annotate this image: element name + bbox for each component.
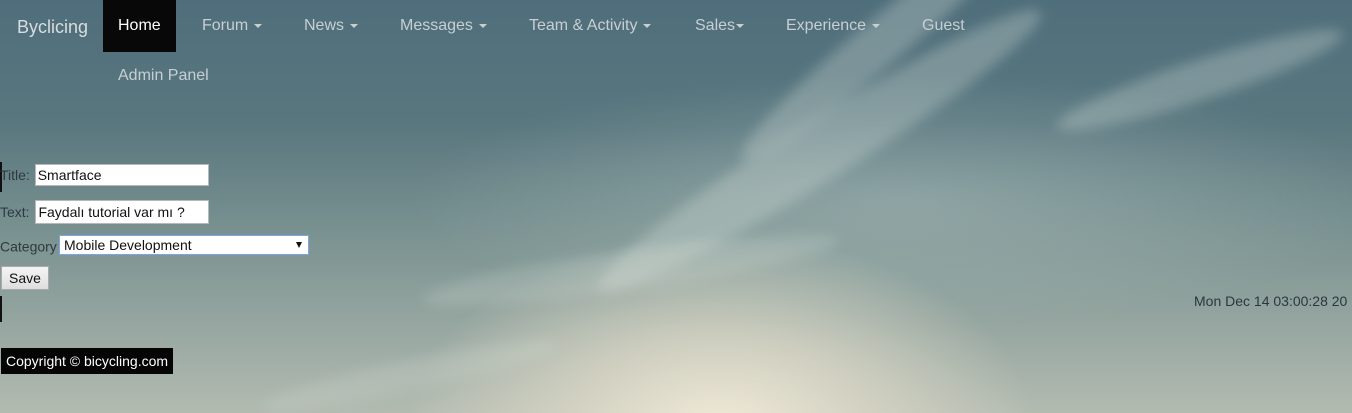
nav-item-label: Experience [786, 17, 867, 34]
nav-item-guest[interactable]: Guest [922, 0, 965, 52]
save-button[interactable]: Save [1, 266, 49, 290]
nav-item-sales[interactable]: Sales [695, 0, 745, 52]
category-label: Category [0, 238, 57, 255]
nav-item-label: Forum [202, 17, 249, 34]
text-row: Text: [0, 200, 210, 224]
nav-item-forum[interactable]: Forum [202, 0, 263, 52]
text-input[interactable] [35, 200, 210, 224]
caret-down-icon [254, 23, 263, 28]
top-navbar: Byclicing Home Forum News Messages Team … [0, 0, 1352, 100]
text-label: Text: [0, 204, 30, 220]
nav-item-experience[interactable]: Experience [786, 0, 881, 52]
cloud-streak [260, 329, 560, 413]
nav-item-messages[interactable]: Messages [400, 0, 487, 52]
nav-item-label: News [304, 17, 345, 34]
nav-item-label: Team & Activity [529, 17, 638, 34]
nav-item-label: Sales [695, 17, 736, 34]
left-edge-marker [0, 296, 2, 322]
cloud-streak [419, 220, 841, 320]
nav-item-admin-panel[interactable]: Admin Panel [118, 67, 209, 85]
brand-logo-text[interactable]: Byclicing [17, 17, 88, 38]
nav-item-label: Messages [400, 17, 473, 34]
dropdown-arrow-icon [296, 242, 302, 248]
title-row: Title: [0, 164, 209, 186]
title-input[interactable] [34, 164, 209, 186]
caret-down-icon [643, 23, 652, 28]
nav-item-label: Home [118, 17, 161, 34]
category-row: Category [0, 237, 57, 254]
nav-item-label: Guest [922, 17, 965, 34]
nav-item-team-activity[interactable]: Team & Activity [529, 0, 652, 52]
category-selected-value: Mobile Development [64, 237, 192, 253]
copyright-badge: Copyright © bicycling.com [1, 348, 174, 374]
nav-item-news[interactable]: News [304, 0, 359, 52]
timestamp-text: Mon Dec 14 03:00:28 20 [1194, 293, 1348, 309]
nav-item-home[interactable]: Home [103, 0, 176, 52]
caret-down-icon [478, 23, 487, 28]
caret-down-icon [736, 23, 745, 28]
caret-down-icon [872, 23, 881, 28]
title-label: Title: [0, 167, 30, 183]
caret-down-icon [350, 23, 359, 28]
category-select[interactable]: Mobile Development [59, 235, 309, 255]
